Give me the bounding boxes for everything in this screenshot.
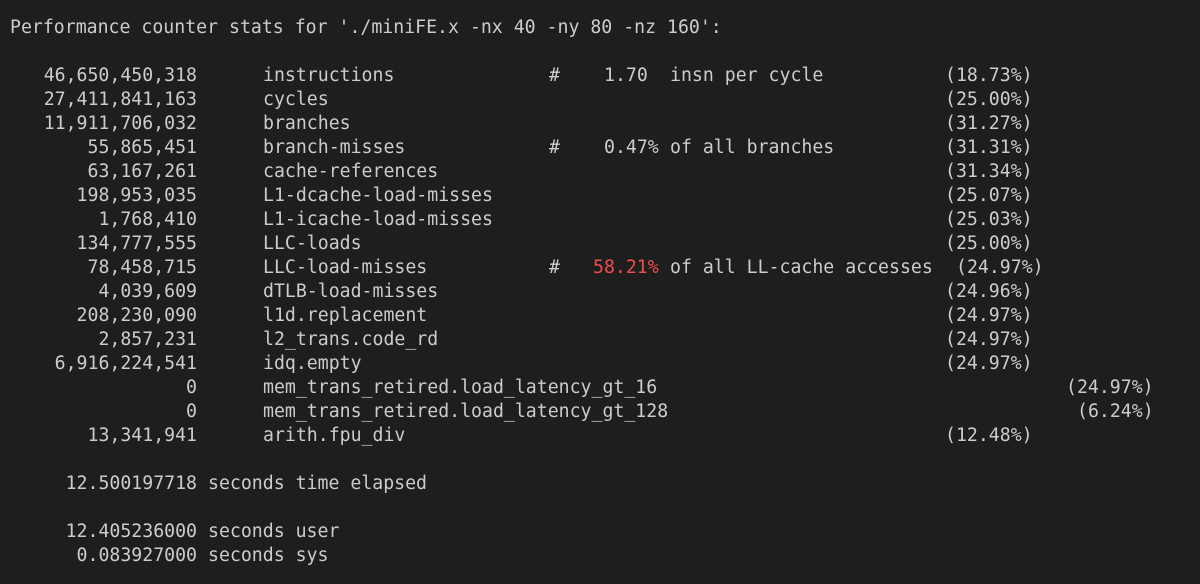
stat-count: 198,953,035 [76, 185, 197, 206]
stat-event: cycles [263, 89, 329, 110]
time-sys-row: 0.083927000 seconds sys [10, 544, 329, 568]
stat-ratio-text: of all branches [670, 137, 835, 158]
stat-row: 0 mem_trans_retired.load_latency_gt_16 (… [10, 376, 1154, 400]
stat-event: cache-references [263, 161, 439, 182]
stat-percent: (6.24%) [1077, 401, 1154, 422]
stat-percent: (12.48%) [945, 425, 1033, 446]
stat-row: 6,916,224,541 idq.empty (24.97%) [10, 352, 1033, 376]
stat-percent: (24.97%) [945, 329, 1033, 350]
stat-event: LLC-load-misses [263, 257, 428, 278]
stat-event: branch-misses [263, 137, 406, 158]
stat-count: 1,768,410 [98, 209, 197, 230]
stat-ratio: 1.70 [604, 65, 648, 86]
stat-count: 55,865,451 [87, 137, 198, 158]
stat-event: idq.empty [263, 353, 362, 374]
stat-event: l2_trans.code_rd [263, 329, 439, 350]
stat-count: 2,857,231 [98, 329, 197, 350]
stat-row: 198,953,035 L1-dcache-load-misses (25.07… [10, 184, 1033, 208]
stat-hash: # [549, 257, 560, 278]
time-value: 0.083927000 [76, 545, 197, 566]
stat-count: 63,167,261 [87, 161, 198, 182]
stat-row: 27,411,841,163 cycles (25.00%) [10, 88, 1033, 112]
stat-event: instructions [263, 65, 395, 86]
perf-header: Performance counter stats for './miniFE.… [10, 17, 722, 38]
stat-ratio: 0.47% [604, 137, 659, 158]
stat-percent: (24.97%) [945, 305, 1033, 326]
stat-hash: # [549, 65, 560, 86]
stat-hash: # [549, 137, 560, 158]
terminal-output: Performance counter stats for './miniFE.… [0, 0, 1200, 584]
stat-row: 63,167,261 cache-references (31.34%) [10, 160, 1033, 184]
stat-count: 13,341,941 [87, 425, 198, 446]
stat-event: arith.fpu_div [263, 425, 406, 446]
stat-percent: (25.00%) [945, 89, 1033, 110]
stat-count: 27,411,841,163 [43, 89, 197, 110]
time-elapsed-row: 12.500197718 seconds time elapsed [10, 472, 427, 496]
stat-percent: (24.97%) [945, 353, 1033, 374]
stat-row: 55,865,451 branch-misses # 0.47% of all … [10, 136, 1033, 160]
time-value: 12.405236000 [65, 521, 197, 542]
stat-event: l1d.replacement [263, 305, 428, 326]
stat-row: 134,777,555 LLC-loads (25.00%) [10, 232, 1033, 256]
stat-event: branches [263, 113, 351, 134]
stat-percent: (25.07%) [945, 185, 1033, 206]
time-value: 12.500197718 [65, 473, 197, 494]
stat-event: dTLB-load-misses [263, 281, 439, 302]
time-user-row: 12.405236000 seconds user [10, 520, 340, 544]
stat-percent: (31.34%) [945, 161, 1033, 182]
stat-row: 46,650,450,318 instructions # 1.70 insn … [10, 64, 1033, 88]
stat-percent: (31.31%) [945, 137, 1033, 158]
stat-ratio-text: of all LL-cache accesses [670, 257, 933, 278]
stat-event: L1-dcache-load-misses [263, 185, 493, 206]
stat-ratio-highlighted: 58.21% [593, 257, 659, 278]
stat-percent: (25.03%) [945, 209, 1033, 230]
stat-count: 134,777,555 [76, 233, 197, 254]
stat-row: 1,768,410 L1-icache-load-misses (25.03%) [10, 208, 1032, 232]
stat-event: mem_trans_retired.load_latency_gt_16 [263, 377, 658, 398]
stat-count: 0 [186, 401, 197, 422]
stat-percent: (24.97%) [956, 257, 1044, 278]
stat-count: 46,650,450,318 [43, 65, 197, 86]
stat-count: 0 [186, 377, 197, 398]
stat-percent: (18.73%) [945, 65, 1033, 86]
stat-row: 11,911,706,032 branches (31.27%) [10, 112, 1033, 136]
stat-count: 4,039,609 [98, 281, 197, 302]
stat-row: 4,039,609 dTLB-load-misses (24.96%) [10, 280, 1032, 304]
stat-row: 2,857,231 l2_trans.code_rd (24.97%) [10, 328, 1032, 352]
stat-count: 11,911,706,032 [43, 113, 197, 134]
stat-row: 208,230,090 l1d.replacement (24.97%) [10, 304, 1033, 328]
stat-ratio-text: insn per cycle [670, 65, 824, 86]
stat-percent: (24.97%) [1066, 377, 1154, 398]
stat-row: 78,458,715 LLC-load-misses # 58.21% of a… [10, 256, 1044, 280]
stat-row: 0 mem_trans_retired.load_latency_gt_128 … [10, 400, 1154, 424]
stat-percent: (24.96%) [945, 281, 1033, 302]
stat-event: mem_trans_retired.load_latency_gt_128 [263, 401, 669, 422]
stat-count: 208,230,090 [76, 305, 197, 326]
stat-event: LLC-loads [263, 233, 362, 254]
time-label: seconds user [208, 521, 340, 542]
stat-percent: (25.00%) [945, 233, 1033, 254]
stat-count: 6,916,224,541 [54, 353, 197, 374]
stat-count: 78,458,715 [87, 257, 198, 278]
stat-percent: (31.27%) [945, 113, 1033, 134]
time-label: seconds sys [208, 545, 329, 566]
stat-event: L1-icache-load-misses [263, 209, 493, 230]
stat-row: 13,341,941 arith.fpu_div (12.48%) [10, 424, 1033, 448]
time-label: seconds time elapsed [208, 473, 427, 494]
